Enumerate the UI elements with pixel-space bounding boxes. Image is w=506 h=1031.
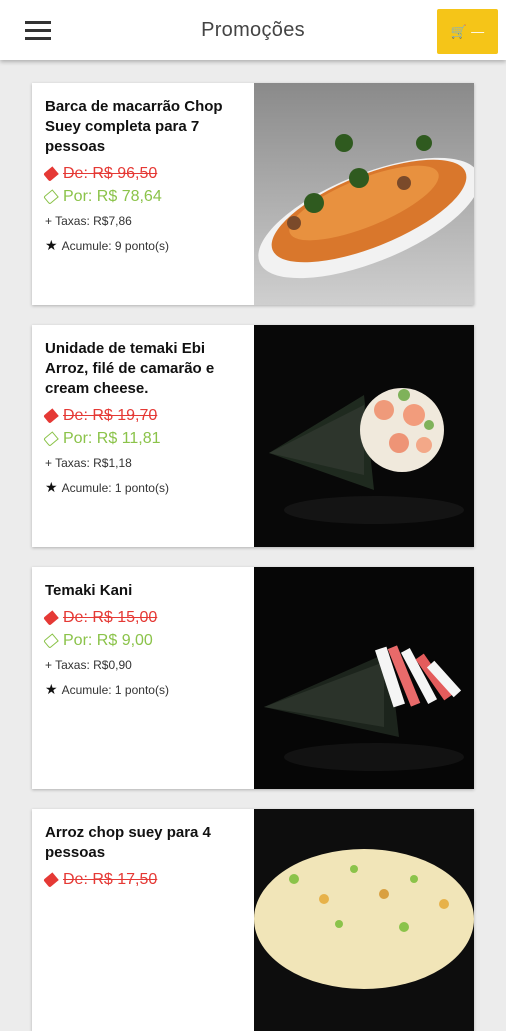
points-text: Acumule: 1 ponto(s) bbox=[61, 480, 169, 495]
product-info: Unidade de temaki Ebi Arroz, filé de cam… bbox=[43, 339, 250, 496]
price-tag-icon bbox=[43, 189, 59, 205]
product-photo bbox=[254, 809, 474, 1031]
points: ★ Acumule: 9 ponto(s) bbox=[45, 237, 250, 254]
old-price-text: De: R$ 15,00 bbox=[63, 609, 158, 626]
product-name: Temaki Kani bbox=[45, 582, 133, 599]
cart-count: — bbox=[471, 24, 485, 39]
points: ★ Acumule: 1 ponto(s) bbox=[45, 681, 250, 698]
star-icon: ★ bbox=[45, 681, 58, 697]
product-info: Temaki Kani De: R$ 15,00 Por: R$ 9,00 + … bbox=[43, 581, 250, 698]
new-price: Por: R$ 9,00 bbox=[43, 629, 250, 653]
product-card[interactable]: Temaki Kani De: R$ 15,00 Por: R$ 9,00 + … bbox=[32, 567, 474, 789]
product-info: Barca de macarrão Chop Suey completa par… bbox=[43, 97, 250, 254]
price-tag-icon bbox=[43, 633, 59, 649]
taxes: + Taxas: R$7,86 bbox=[45, 214, 132, 228]
cart-icon: 🛒 bbox=[450, 23, 468, 39]
taxes: + Taxas: R$1,18 bbox=[45, 456, 132, 470]
price-tag-icon bbox=[43, 872, 59, 888]
taxes: + Taxas: R$0,90 bbox=[45, 658, 132, 672]
new-price: Por: R$ 78,64 bbox=[43, 185, 250, 209]
app-bar: Promoções 🛒 — bbox=[0, 0, 506, 60]
product-name: Barca de macarrão Chop Suey completa par… bbox=[45, 98, 223, 155]
product-card[interactable]: Unidade de temaki Ebi Arroz, filé de cam… bbox=[32, 325, 474, 547]
old-price-text: De: R$ 96,50 bbox=[63, 165, 158, 182]
new-price: Por: R$ 11,81 bbox=[43, 427, 250, 451]
price-tag-icon bbox=[43, 431, 59, 447]
points-text: Acumule: 9 ponto(s) bbox=[61, 238, 169, 253]
new-price-text: Por: R$ 9,00 bbox=[63, 632, 153, 649]
old-price: De: R$ 17,50 bbox=[43, 869, 250, 891]
points: ★ Acumule: 1 ponto(s) bbox=[45, 479, 250, 496]
page-title: Promoções bbox=[201, 19, 305, 41]
old-price-text: De: R$ 19,70 bbox=[63, 407, 158, 424]
old-price: De: R$ 19,70 bbox=[43, 405, 250, 427]
price-tag-icon bbox=[43, 408, 59, 424]
star-icon: ★ bbox=[45, 479, 58, 495]
product-name: Unidade de temaki Ebi Arroz, filé de cam… bbox=[45, 340, 215, 397]
product-info: Arroz chop suey para 4 pessoas De: R$ 17… bbox=[43, 823, 250, 891]
product-card[interactable]: Arroz chop suey para 4 pessoas De: R$ 17… bbox=[32, 809, 474, 1031]
old-price: De: R$ 15,00 bbox=[43, 607, 250, 629]
product-card[interactable]: Barca de macarrão Chop Suey completa par… bbox=[32, 83, 474, 305]
old-price-text: De: R$ 17,50 bbox=[63, 871, 158, 888]
product-photo bbox=[254, 567, 474, 789]
points-text: Acumule: 1 ponto(s) bbox=[61, 682, 169, 697]
product-name: Arroz chop suey para 4 pessoas bbox=[45, 824, 211, 861]
new-price-text: Por: R$ 11,81 bbox=[63, 430, 161, 447]
cart-button[interactable]: 🛒 — bbox=[437, 9, 498, 54]
price-tag-icon bbox=[43, 610, 59, 626]
product-photo bbox=[254, 83, 474, 305]
price-tag-icon bbox=[43, 166, 59, 182]
new-price-text: Por: R$ 78,64 bbox=[63, 188, 162, 205]
old-price: De: R$ 96,50 bbox=[43, 163, 250, 185]
product-photo bbox=[254, 325, 474, 547]
star-icon: ★ bbox=[45, 237, 58, 253]
